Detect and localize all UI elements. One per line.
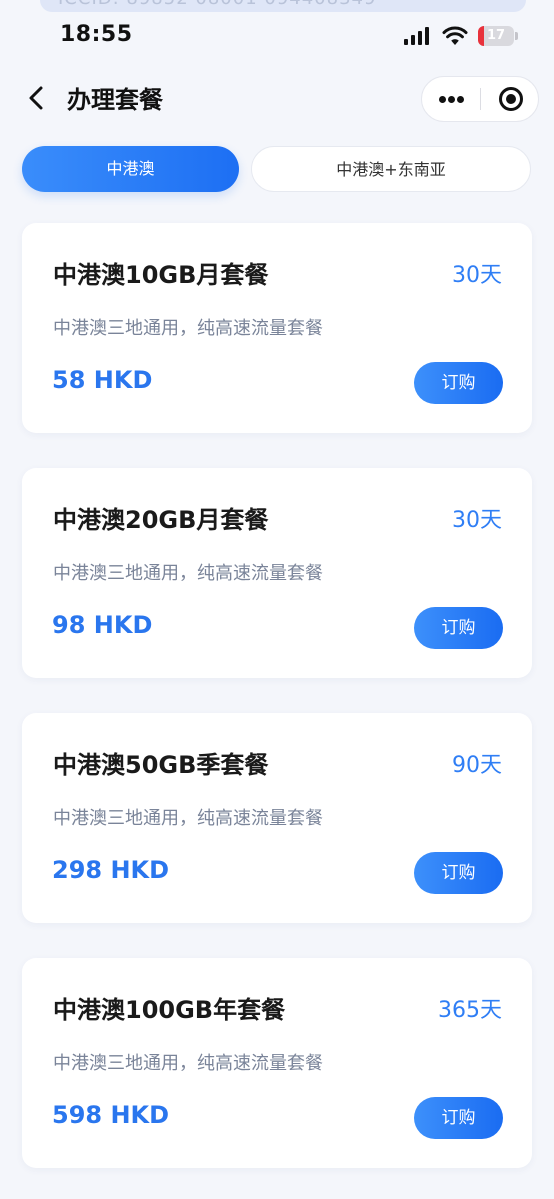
status-bar: 18:55 17 [0, 0, 554, 72]
chevron-left-icon [29, 86, 43, 110]
plan-description: 中港澳三地通用，纯高速流量套餐 [53, 808, 323, 829]
plan-card: 中港澳50GB季套餐 90天 中港澳三地通用，纯高速流量套餐 298 HKD 订… [22, 713, 532, 923]
plan-price: 298 HKD [52, 856, 170, 884]
close-mini-program-button[interactable] [481, 77, 539, 121]
plan-price: 58 HKD [52, 366, 153, 394]
plan-price: 598 HKD [52, 1101, 170, 1129]
plan-duration: 90天 [452, 753, 502, 778]
more-dot [448, 96, 455, 103]
plan-card: 中港澳20GB月套餐 30天 中港澳三地通用，纯高速流量套餐 98 HKD 订购 [22, 468, 532, 678]
battery-tip [515, 32, 518, 40]
page: ICCID: 89852 08001 094408349 18:55 17 办理… [0, 0, 554, 1199]
plan-description: 中港澳三地通用，纯高速流量套餐 [53, 563, 323, 584]
status-time: 18:55 [60, 22, 133, 47]
plan-description: 中港澳三地通用，纯高速流量套餐 [53, 318, 323, 339]
tab-hk-macau-sea[interactable]: 中港澳+东南亚 [251, 146, 531, 192]
plan-duration: 30天 [452, 263, 502, 288]
plan-duration: 30天 [452, 508, 502, 533]
plan-duration: 365天 [438, 998, 502, 1023]
more-dots-icon [439, 96, 446, 103]
plan-name: 中港澳50GB季套餐 [53, 751, 269, 779]
order-button[interactable]: 订购 [414, 852, 503, 894]
back-button[interactable] [22, 82, 54, 114]
order-button[interactable]: 订购 [414, 1097, 503, 1139]
plan-card: 中港澳100GB年套餐 365天 中港澳三地通用，纯高速流量套餐 598 HKD… [22, 958, 532, 1168]
target-close-icon-dot [506, 94, 516, 104]
tab-hk-macau[interactable]: 中港澳 [22, 146, 239, 192]
plan-name: 中港澳10GB月套餐 [53, 261, 269, 289]
wifi-icon [442, 26, 468, 45]
region-tabs: 中港澳 中港澳+东南亚 [22, 146, 532, 194]
plan-name: 中港澳20GB月套餐 [53, 506, 269, 534]
plan-card: 中港澳10GB月套餐 30天 中港澳三地通用，纯高速流量套餐 58 HKD 订购 [22, 223, 532, 433]
plan-price: 98 HKD [52, 611, 153, 639]
order-button[interactable]: 订购 [414, 607, 503, 649]
plan-name: 中港澳100GB年套餐 [53, 996, 286, 1024]
battery-icon: 17 [478, 26, 514, 46]
mini-program-capsule [421, 76, 539, 122]
battery-level: 17 [486, 28, 506, 43]
more-dot [457, 96, 464, 103]
plan-description: 中港澳三地通用，纯高速流量套餐 [53, 1053, 323, 1074]
more-button[interactable] [422, 77, 480, 121]
cellular-signal-icon [404, 27, 434, 45]
page-title: 办理套餐 [67, 86, 163, 114]
order-button[interactable]: 订购 [414, 362, 503, 404]
nav-bar: 办理套餐 [0, 72, 554, 128]
